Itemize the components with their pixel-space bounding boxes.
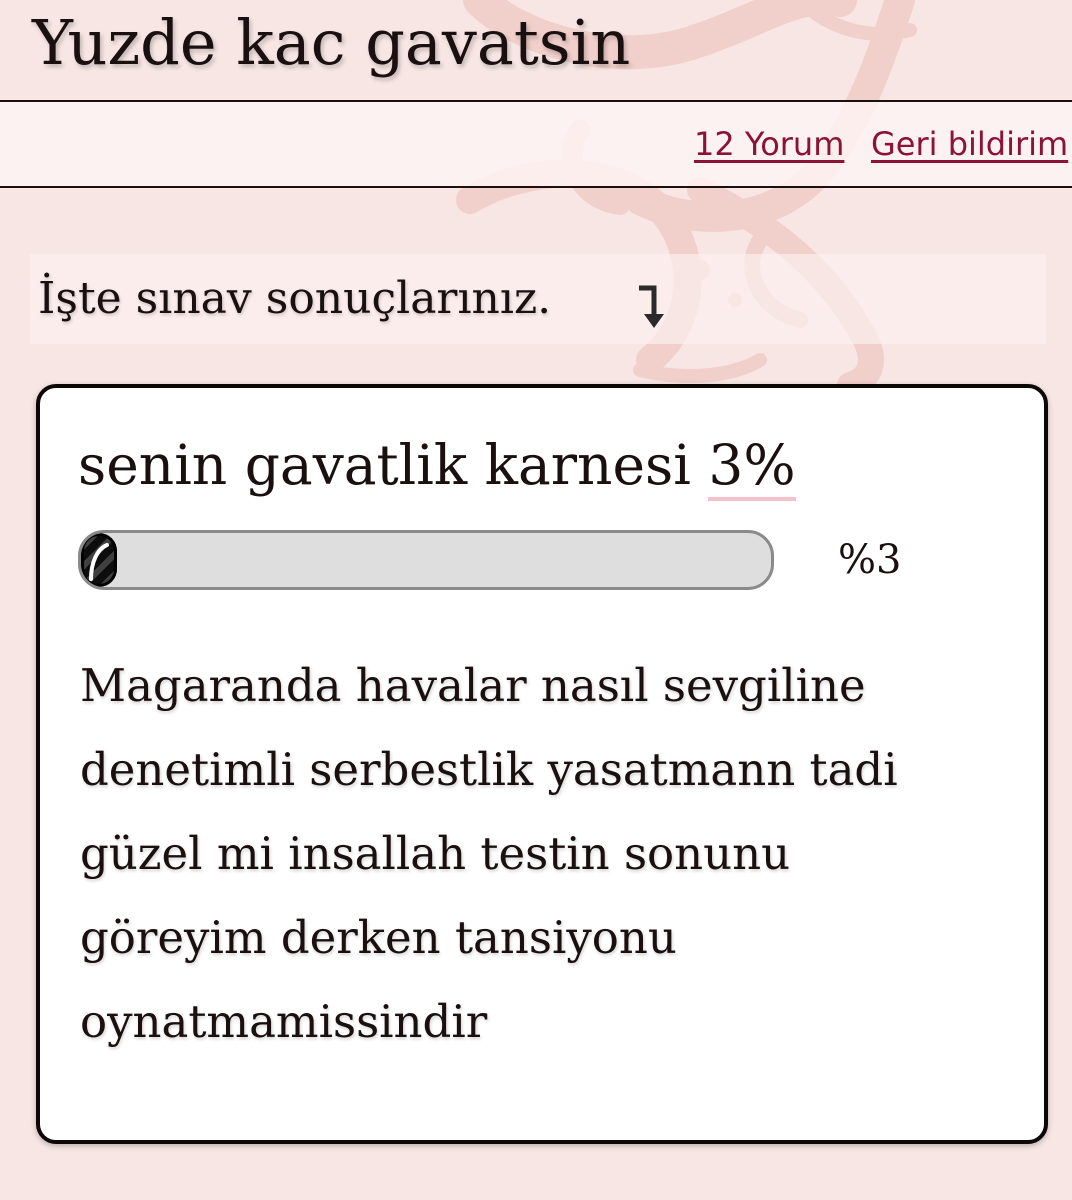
score-progress-fill xyxy=(81,533,117,587)
progress-gloss-highlight xyxy=(89,543,109,581)
page-title: Yuzde kac gavatsin xyxy=(32,6,631,79)
score-progress-bar xyxy=(78,530,774,590)
result-title-prefix: senin gavatlik karnesi xyxy=(78,433,691,497)
result-description: Magaranda havalar nasıl sevgiline deneti… xyxy=(80,659,898,1048)
feedback-link[interactable]: Geri bildirim xyxy=(871,124,1068,164)
arrow-down-right-icon xyxy=(639,285,664,328)
score-progress-percent: %3 xyxy=(838,537,902,583)
result-card: senin gavatlik karnesi 3% %3 Magaranda h… xyxy=(36,384,1048,1144)
comments-link[interactable]: 12 Yorum xyxy=(694,124,844,164)
links-bar: 12 Yorum Geri bildirim xyxy=(0,100,1072,188)
results-intro: İşte sınav sonuçlarınız. xyxy=(30,254,1046,344)
result-score: 3% xyxy=(708,433,796,501)
results-intro-text: İşte sınav sonuçlarınız. xyxy=(38,273,552,324)
result-title: senin gavatlik karnesi 3% xyxy=(78,430,796,501)
